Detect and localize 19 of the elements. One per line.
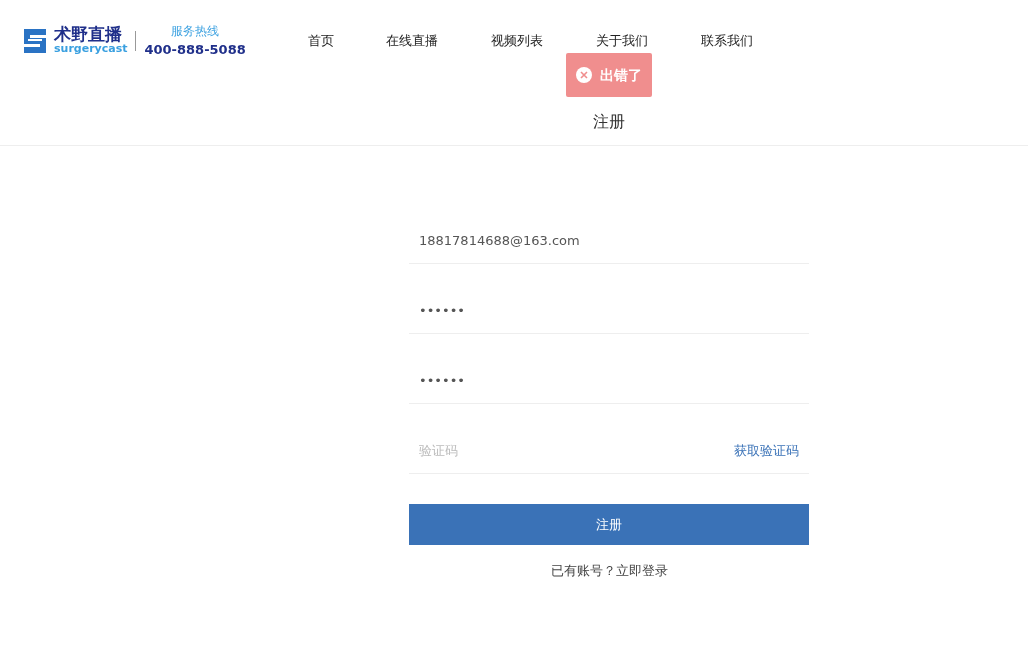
nav-link[interactable]: 关于我们 — [595, 31, 701, 51]
nav-link[interactable]: 联系我们 — [700, 31, 806, 51]
register-button[interactable]: 注册 — [409, 504, 809, 545]
email-field[interactable]: 18817814688@163.com — [409, 218, 809, 264]
login-link[interactable]: 已有账号？立即登录 — [550, 563, 668, 578]
password-field[interactable]: •••••• — [409, 288, 809, 334]
page-title: 注册 — [592, 111, 626, 133]
brand-name: 术野直播 — [54, 26, 122, 44]
hotline-label: 服务热线 — [170, 23, 221, 40]
error-icon — [576, 67, 592, 83]
get-code-link[interactable]: 获取验证码 — [734, 440, 799, 461]
nav-link[interactable]: 视频列表 — [490, 31, 596, 51]
nav-link[interactable]: 在线直播 — [385, 31, 491, 51]
code-field[interactable]: 验证码 获取验证码 — [409, 428, 809, 474]
nav-link[interactable]: 首页 — [307, 31, 386, 51]
brand-subtitle: surgerycast — [54, 43, 128, 56]
password-field[interactable]: •••••• — [409, 358, 809, 404]
error-toast: 出错了 — [566, 53, 652, 97]
hotline-number: 400-888-5088 — [144, 41, 246, 59]
